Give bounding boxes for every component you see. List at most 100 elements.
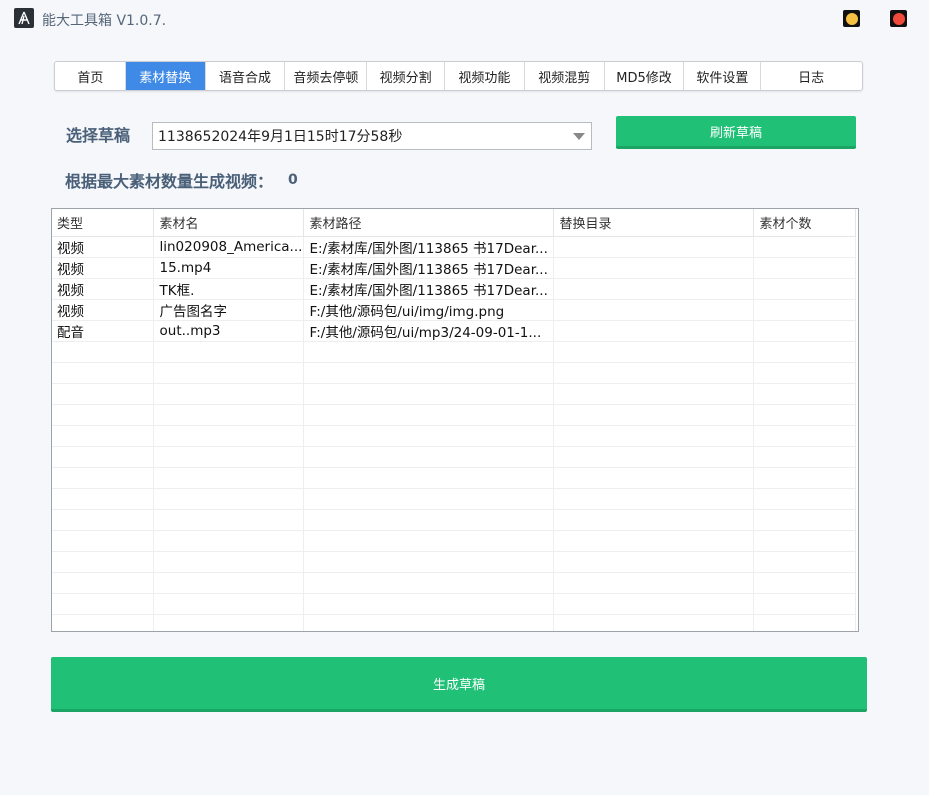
table-cell — [52, 488, 154, 510]
title-bar: 能大工具箱 V1.0.7. — [0, 0, 929, 38]
table-cell — [753, 551, 856, 573]
main-tab-bar: 首页 素材替换 语音合成 音频去停顿 视频分割 视频功能 视频混剪 MD5修改 软件设置 日志 — [54, 61, 863, 91]
table-cell — [303, 341, 554, 363]
table-row[interactable] — [52, 488, 856, 510]
table-cell: lin020908_America... — [153, 236, 304, 258]
table-cell — [753, 320, 856, 342]
tab-8[interactable]: 软件设置 — [684, 62, 762, 90]
table-row[interactable]: 视频 广告图名字 F:/其他/源码包/ui/img/img.png — [52, 299, 856, 321]
table-cell — [553, 257, 754, 279]
tab-1[interactable]: 素材替换 — [125, 62, 206, 90]
table-cell — [753, 236, 856, 258]
table-row[interactable] — [52, 404, 856, 426]
table-cell — [153, 488, 304, 510]
table-cell — [52, 530, 154, 552]
table-cell — [553, 362, 754, 384]
table-cell — [553, 509, 754, 531]
table-cell — [753, 404, 856, 426]
table-cell — [553, 614, 754, 631]
table-row[interactable]: 视频 TK框. E:/素材库/国外图/113865 书17Dear... — [52, 278, 856, 300]
close-button[interactable] — [890, 10, 907, 27]
close-icon — [892, 12, 905, 25]
table-cell — [52, 572, 154, 594]
table-cell — [303, 404, 554, 426]
table-cell — [553, 530, 754, 552]
table-cell — [553, 446, 754, 468]
table-row[interactable] — [52, 509, 856, 531]
table-cell: E:/素材库/国外图/113865 书17Dear... — [303, 278, 554, 300]
table-cell — [553, 467, 754, 489]
table-cell — [52, 551, 154, 573]
table-cell — [303, 383, 554, 405]
table-cell: 15.mp4 — [153, 257, 304, 279]
column-header[interactable]: 素材名 — [153, 209, 304, 237]
table-row[interactable]: 视频 lin020908_America... E:/素材库/国外图/113865 … — [52, 236, 856, 258]
tab-4[interactable]: 视频分割 — [367, 62, 446, 90]
table-cell — [303, 362, 554, 384]
table-cell: E:/素材库/国外图/113865 书17Dear... — [303, 257, 554, 279]
table-row[interactable] — [52, 383, 856, 405]
generate-count-value: 0 — [288, 172, 298, 188]
table-cell — [153, 551, 304, 573]
table-cell: 视频 — [52, 236, 154, 258]
table-cell — [52, 446, 154, 468]
table-cell — [753, 530, 856, 552]
table-cell — [153, 593, 304, 615]
table-cell — [753, 362, 856, 384]
table-row[interactable] — [52, 362, 856, 384]
table-cell — [753, 446, 856, 468]
table-cell: 配音 — [52, 320, 154, 342]
table-cell — [52, 614, 154, 631]
table-cell — [303, 509, 554, 531]
draft-select[interactable]: 1138652024年9月1日15时17分58秒 — [152, 122, 592, 150]
table-cell — [153, 467, 304, 489]
table-cell: TK框. — [153, 278, 304, 300]
table-cell — [52, 425, 154, 447]
table-row[interactable] — [52, 593, 856, 615]
table-cell — [153, 425, 304, 447]
tab-5[interactable]: 视频功能 — [445, 62, 525, 90]
table-row[interactable] — [52, 467, 856, 489]
chevron-down-icon — [573, 133, 585, 140]
table-row[interactable] — [52, 425, 856, 447]
tab-2[interactable]: 语音合成 — [206, 62, 286, 90]
tab-6[interactable]: 视频混剪 — [525, 62, 605, 90]
table-cell — [553, 593, 754, 615]
column-header[interactable]: 素材个数 — [753, 209, 856, 237]
generate-draft-button[interactable]: 生成草稿 — [51, 657, 867, 712]
table-row[interactable] — [52, 551, 856, 573]
table-cell — [303, 593, 554, 615]
table-cell — [52, 404, 154, 426]
table-cell — [753, 572, 856, 594]
tab-0[interactable]: 首页 — [56, 62, 126, 90]
table-row[interactable]: 视频 15.mp4 E:/素材库/国外图/113865 书17Dear... — [52, 257, 856, 279]
column-header[interactable]: 素材路径 — [303, 209, 554, 237]
table-cell: 视频 — [52, 257, 154, 279]
table-header-row: 类型 素材名 素材路径 替换目录 素材个数 — [52, 209, 856, 237]
table-cell — [303, 425, 554, 447]
table-cell — [303, 530, 554, 552]
table-row[interactable] — [52, 446, 856, 468]
tab-7[interactable]: MD5修改 — [605, 62, 685, 90]
table-cell — [553, 299, 754, 321]
tab-3[interactable]: 音频去停顿 — [285, 62, 368, 90]
column-header[interactable]: 类型 — [52, 209, 154, 237]
table-row[interactable] — [52, 572, 856, 594]
table-cell — [153, 362, 304, 384]
tab-9[interactable]: 日志 — [761, 62, 861, 90]
table-row[interactable] — [52, 341, 856, 363]
table-cell — [153, 446, 304, 468]
refresh-draft-button[interactable]: 刷新草稿 — [616, 116, 856, 149]
table-row[interactable] — [52, 614, 856, 631]
table-cell — [753, 425, 856, 447]
minimize-button[interactable] — [843, 10, 860, 27]
table-row[interactable]: 配音 out..mp3 F:/其他/源码包/ui/mp3/24-09-01-1... — [52, 320, 856, 342]
table-cell — [303, 467, 554, 489]
table-row[interactable] — [52, 530, 856, 552]
table-cell — [753, 341, 856, 363]
column-header[interactable]: 替换目录 — [553, 209, 754, 237]
table-cell — [553, 404, 754, 426]
table-cell — [553, 341, 754, 363]
table-cell — [753, 467, 856, 489]
minimize-icon — [845, 12, 858, 25]
